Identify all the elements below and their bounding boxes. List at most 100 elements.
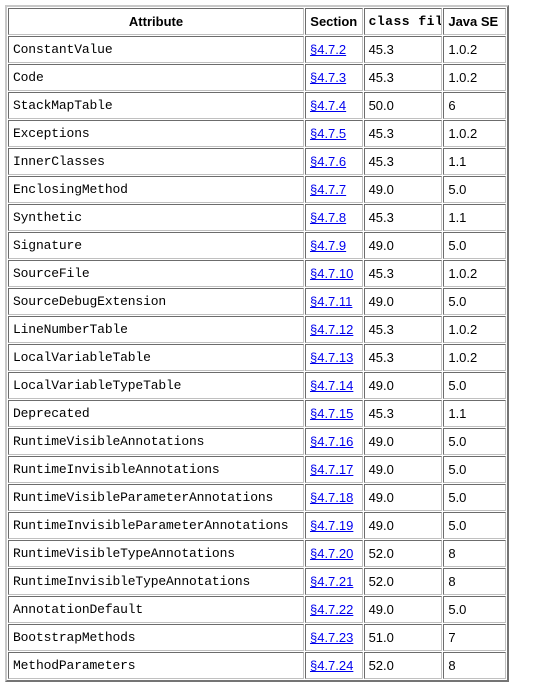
section-link[interactable]: §4.7.14 bbox=[310, 378, 353, 393]
cell-java-se-version: 5.0 bbox=[443, 596, 506, 623]
cell-java-se-version: 1.0.2 bbox=[443, 344, 506, 371]
section-link[interactable]: §4.7.4 bbox=[310, 98, 346, 113]
section-link[interactable]: §4.7.5 bbox=[310, 126, 346, 141]
section-link[interactable]: §4.7.8 bbox=[310, 210, 346, 225]
cell-section: §4.7.6 bbox=[304, 148, 363, 175]
cell-java-se-version: 5.0 bbox=[443, 176, 506, 203]
cell-attribute-name: Signature bbox=[8, 232, 304, 259]
section-link[interactable]: §4.7.16 bbox=[310, 434, 353, 449]
table-row: Code §4.7.3 45.3 1.0.2 bbox=[8, 64, 506, 91]
table-row: AnnotationDefault §4.7.22 49.0 5.0 bbox=[8, 596, 506, 623]
column-header-java-se: Java SE bbox=[443, 8, 506, 35]
cell-class-file-version: 49.0 bbox=[363, 456, 443, 483]
cell-class-file-version: 52.0 bbox=[363, 652, 443, 679]
section-link[interactable]: §4.7.6 bbox=[310, 154, 346, 169]
cell-attribute-name: Exceptions bbox=[8, 120, 304, 147]
cell-java-se-version: 1.1 bbox=[443, 400, 506, 427]
cell-section: §4.7.14 bbox=[304, 372, 363, 399]
table-row: RuntimeInvisibleTypeAnnotations §4.7.21 52… bbox=[8, 568, 506, 595]
cell-class-file-version: 49.0 bbox=[363, 428, 443, 455]
cell-java-se-version: 5.0 bbox=[443, 456, 506, 483]
section-link[interactable]: §4.7.17 bbox=[310, 462, 353, 477]
cell-class-file-version: 50.0 bbox=[363, 92, 443, 119]
cell-class-file-version: 49.0 bbox=[363, 372, 443, 399]
cell-section: §4.7.16 bbox=[304, 428, 363, 455]
section-link[interactable]: §4.7.2 bbox=[310, 42, 346, 57]
section-link[interactable]: §4.7.9 bbox=[310, 238, 346, 253]
table-row: Exceptions §4.7.5 45.3 1.0.2 bbox=[8, 120, 506, 147]
cell-class-file-version: 45.3 bbox=[363, 400, 443, 427]
cell-java-se-version: 1.0.2 bbox=[443, 64, 506, 91]
cell-attribute-name: StackMapTable bbox=[8, 92, 304, 119]
section-link[interactable]: §4.7.22 bbox=[310, 602, 353, 617]
cell-section: §4.7.23 bbox=[304, 624, 363, 651]
cell-section: §4.7.19 bbox=[304, 512, 363, 539]
cell-section: §4.7.7 bbox=[304, 176, 363, 203]
cell-section: §4.7.3 bbox=[304, 64, 363, 91]
cell-section: §4.7.22 bbox=[304, 596, 363, 623]
cell-section: §4.7.4 bbox=[304, 92, 363, 119]
cell-class-file-version: 45.3 bbox=[363, 36, 443, 63]
cell-attribute-name: SourceDebugExtension bbox=[8, 288, 304, 315]
cell-java-se-version: 5.0 bbox=[443, 372, 506, 399]
cell-attribute-name: BootstrapMethods bbox=[8, 624, 304, 651]
cell-section: §4.7.21 bbox=[304, 568, 363, 595]
section-link[interactable]: §4.7.11 bbox=[310, 294, 352, 309]
table-row: LineNumberTable §4.7.12 45.3 1.0.2 bbox=[8, 316, 506, 343]
cell-attribute-name: RuntimeInvisibleTypeAnnotations bbox=[8, 568, 304, 595]
section-link[interactable]: §4.7.12 bbox=[310, 322, 353, 337]
cell-java-se-version: 8 bbox=[443, 568, 506, 595]
section-link[interactable]: §4.7.23 bbox=[310, 630, 353, 645]
section-link[interactable]: §4.7.18 bbox=[310, 490, 353, 505]
section-link[interactable]: §4.7.3 bbox=[310, 70, 346, 85]
table-row: Synthetic §4.7.8 45.3 1.1 bbox=[8, 204, 506, 231]
table-row: Signature §4.7.9 49.0 5.0 bbox=[8, 232, 506, 259]
cell-attribute-name: AnnotationDefault bbox=[8, 596, 304, 623]
table-row: LocalVariableTable §4.7.13 45.3 1.0.2 bbox=[8, 344, 506, 371]
cell-java-se-version: 1.1 bbox=[443, 148, 506, 175]
section-link[interactable]: §4.7.10 bbox=[310, 266, 353, 281]
cell-attribute-name: InnerClasses bbox=[8, 148, 304, 175]
section-link[interactable]: §4.7.21 bbox=[310, 574, 353, 589]
table-row: InnerClasses §4.7.6 45.3 1.1 bbox=[8, 148, 506, 175]
cell-attribute-name: Synthetic bbox=[8, 204, 304, 231]
section-link[interactable]: §4.7.19 bbox=[310, 518, 353, 533]
cell-class-file-version: 45.3 bbox=[363, 64, 443, 91]
cell-section: §4.7.15 bbox=[304, 400, 363, 427]
cell-class-file-version: 45.3 bbox=[363, 148, 443, 175]
cell-attribute-name: RuntimeInvisibleParameterAnnotations bbox=[8, 512, 304, 539]
cell-java-se-version: 1.0.2 bbox=[443, 260, 506, 287]
section-link[interactable]: §4.7.13 bbox=[310, 350, 353, 365]
cell-java-se-version: 1.0.2 bbox=[443, 36, 506, 63]
cell-java-se-version: 1.0.2 bbox=[443, 120, 506, 147]
cell-class-file-version: 49.0 bbox=[363, 176, 443, 203]
cell-class-file-version: 51.0 bbox=[363, 624, 443, 651]
cell-class-file-version: 45.3 bbox=[363, 260, 443, 287]
cell-class-file-version: 45.3 bbox=[363, 344, 443, 371]
cell-class-file-version: 45.3 bbox=[363, 316, 443, 343]
cell-java-se-version: 8 bbox=[443, 652, 506, 679]
cell-section: §4.7.9 bbox=[304, 232, 363, 259]
cell-section: §4.7.12 bbox=[304, 316, 363, 343]
section-link[interactable]: §4.7.20 bbox=[310, 546, 353, 561]
cell-class-file-version: 45.3 bbox=[363, 120, 443, 147]
table-header-row: Attribute Section class file Java SE bbox=[8, 8, 506, 35]
cell-attribute-name: RuntimeVisibleTypeAnnotations bbox=[8, 540, 304, 567]
cell-class-file-version: 49.0 bbox=[363, 512, 443, 539]
class-file-attributes-table: Attribute Section class file Java SE Con… bbox=[5, 5, 509, 682]
table-row: MethodParameters §4.7.24 52.0 8 bbox=[8, 652, 506, 679]
section-link[interactable]: §4.7.15 bbox=[310, 406, 353, 421]
table-row: Deprecated §4.7.15 45.3 1.1 bbox=[8, 400, 506, 427]
column-header-class-file: class file bbox=[363, 8, 443, 35]
cell-attribute-name: RuntimeVisibleParameterAnnotations bbox=[8, 484, 304, 511]
cell-java-se-version: 5.0 bbox=[443, 428, 506, 455]
table-header: Attribute Section class file Java SE bbox=[8, 8, 506, 35]
table-row: RuntimeVisibleParameterAnnotations §4.7.1… bbox=[8, 484, 506, 511]
section-link[interactable]: §4.7.24 bbox=[310, 658, 353, 673]
cell-attribute-name: ConstantValue bbox=[8, 36, 304, 63]
cell-attribute-name: RuntimeInvisibleAnnotations bbox=[8, 456, 304, 483]
cell-section: §4.7.11 bbox=[304, 288, 363, 315]
cell-section: §4.7.5 bbox=[304, 120, 363, 147]
section-link[interactable]: §4.7.7 bbox=[310, 182, 346, 197]
cell-class-file-version: 49.0 bbox=[363, 596, 443, 623]
